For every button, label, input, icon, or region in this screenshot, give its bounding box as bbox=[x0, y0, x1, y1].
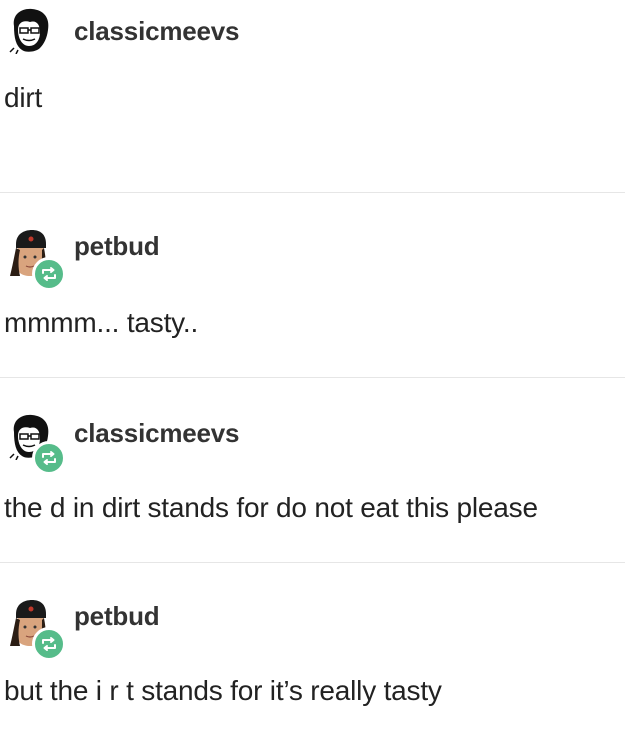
username[interactable]: petbud bbox=[74, 231, 160, 262]
avatar[interactable] bbox=[8, 414, 66, 475]
post: classicmeevs dirt bbox=[0, 0, 625, 192]
post-text: mmmm... tasty.. bbox=[4, 307, 199, 338]
post-text: the d in dirt stands for do not eat this… bbox=[4, 492, 538, 523]
post: petbud but the i r t stands for it’s rea… bbox=[0, 562, 625, 747]
username[interactable]: classicmeevs bbox=[74, 418, 240, 449]
post: petbud mmmm... tasty.. bbox=[0, 192, 625, 377]
reblog-icon bbox=[42, 267, 56, 281]
avatar[interactable] bbox=[8, 8, 60, 64]
cartoon-face-avatar bbox=[9, 8, 49, 54]
reblog-badge bbox=[32, 257, 66, 291]
username[interactable]: classicmeevs bbox=[74, 16, 240, 47]
username[interactable]: petbud bbox=[74, 601, 160, 632]
avatar[interactable] bbox=[8, 600, 66, 661]
reblog-badge bbox=[32, 441, 66, 475]
post: classicmeevs the d in dirt stands for do… bbox=[0, 377, 625, 562]
reblog-icon bbox=[42, 637, 56, 651]
reblog-icon bbox=[42, 451, 56, 465]
avatar[interactable] bbox=[8, 230, 66, 291]
reblog-badge bbox=[32, 627, 66, 661]
post-text: but the i r t stands for it’s really tas… bbox=[4, 675, 442, 706]
post-text: dirt bbox=[4, 82, 43, 113]
